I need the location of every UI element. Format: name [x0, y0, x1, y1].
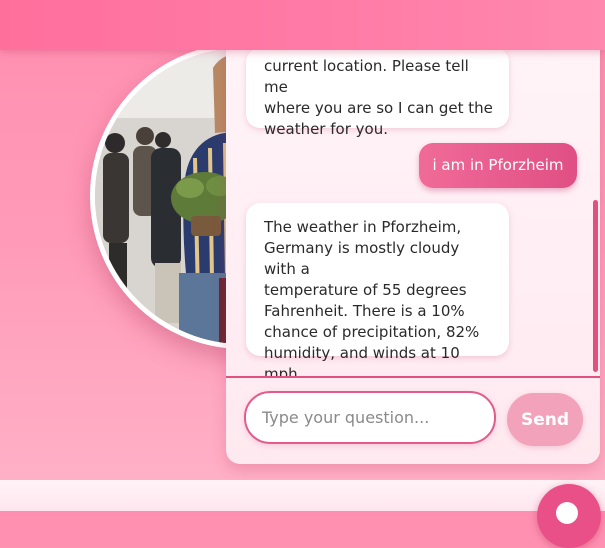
chat-launcher-button[interactable] [537, 484, 601, 548]
chat-panel: current location. Please tell me where y… [226, 40, 600, 464]
send-button[interactable]: Send [507, 393, 583, 446]
user-message: i am in Pforzheim [419, 143, 577, 188]
bot-message: current location. Please tell me where y… [246, 48, 509, 138]
chat-launcher-icon [556, 502, 578, 524]
footer-strip [0, 480, 605, 511]
message-scrollbar[interactable] [593, 200, 598, 372]
top-header-bar [0, 0, 605, 50]
input-divider [226, 376, 600, 378]
message-list: current location. Please tell me where y… [226, 40, 600, 376]
bot-message: The weather in Pforzheim, Germany is mos… [246, 203, 509, 376]
question-input[interactable] [244, 391, 496, 444]
